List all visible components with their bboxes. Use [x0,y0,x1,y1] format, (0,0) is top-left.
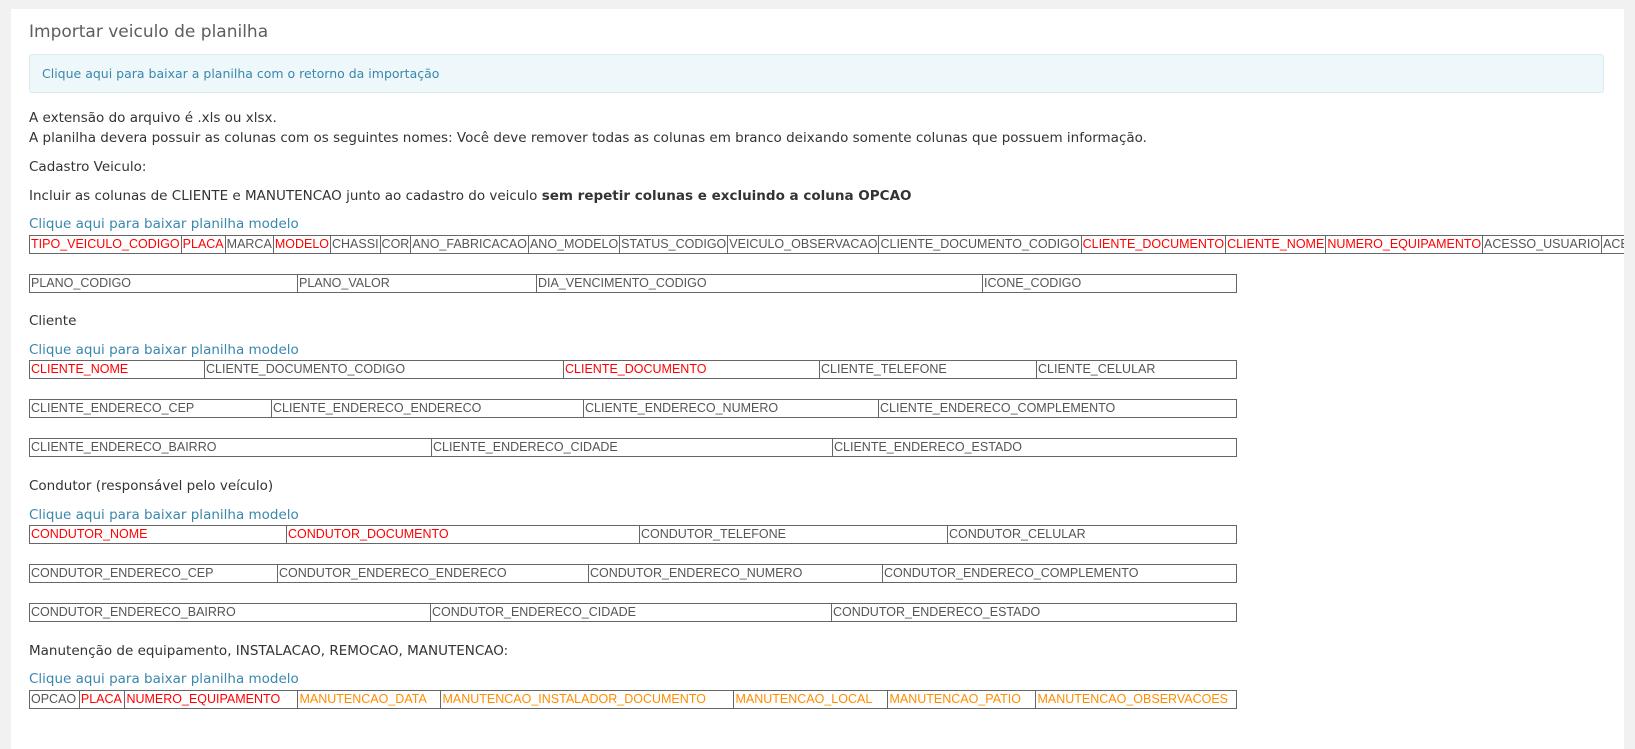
column-name: DIA_VENCIMENTO_CODIGO [536,274,983,293]
condutor-columns-row-3: CONDUTOR_ENDERECO_BAIRRO CONDUTOR_ENDERE… [29,603,1237,622]
column-name: PLANO_CODIGO [29,274,298,293]
column-name: MARCA [224,235,274,254]
condutor-columns-row-2: CONDUTOR_ENDERECO_CEP CONDUTOR_ENDERECO_… [29,564,1237,583]
table-row: TIPO_VEICULO_CODIGO PLACA MARCA MODELO C… [29,235,1624,254]
column-name: COR [379,235,412,254]
column-name: CLIENTE_DOCUMENTO [1080,235,1227,254]
manutencao-label: Manutenção de equipamento, INSTALACAO, R… [29,643,509,659]
column-name: CLIENTE_ENDERECO_NUMERO [583,399,879,418]
column-name: MANUTENCAO_PATIO [887,690,1037,709]
column-name: PLACA [78,690,126,709]
column-name: ACESSO_SENHA [1601,235,1624,254]
column-name: CLIENTE_ENDERECO_ESTADO [832,438,1237,457]
condutor-columns-row-1: CONDUTOR_NOME CONDUTOR_DOCUMENTO CONDUTO… [29,525,1237,544]
download-condutor-model-link[interactable]: Clique aqui para baixar planilha modelo [29,507,299,523]
column-name: VEICULO_OBSERVACAO [727,235,880,254]
column-name: ICONE_CODIGO [982,274,1237,293]
column-name: NUMERO_EQUIPAMENTO [1325,235,1484,254]
column-name: ANO_FABRICACAO [410,235,529,254]
veiculo-columns-row-1: TIPO_VEICULO_CODIGO PLACA MARCA MODELO C… [29,235,1624,254]
column-name: CLIENTE_ENDERECO_COMPLEMENTO [878,399,1237,418]
include-note-bold: sem repetir colunas e excluindo a coluna… [541,188,912,204]
column-name: CONDUTOR_ENDERECO_CIDADE [430,603,832,622]
column-name: MANUTENCAO_LOCAL [733,690,889,709]
download-veiculo-model-link[interactable]: Clique aqui para baixar planilha modelo [29,216,299,232]
column-name: CONDUTOR_NOME [29,525,287,544]
import-panel: Importar veiculo de planilha Clique aqui… [11,9,1624,749]
column-name: CONDUTOR_ENDERECO_ENDERECO [277,564,589,583]
column-name: CONDUTOR_CELULAR [947,525,1237,544]
column-name: TIPO_VEICULO_CODIGO [29,235,182,254]
table-row: CLIENTE_ENDERECO_BAIRRO CLIENTE_ENDERECO… [29,438,1237,457]
download-manutencao-model-link[interactable]: Clique aqui para baixar planilha modelo [29,671,299,687]
column-name: CLIENTE_ENDERECO_CIDADE [431,438,833,457]
cadastro-veiculo-label: Cadastro Veiculo: [29,159,147,175]
table-row: CONDUTOR_ENDERECO_BAIRRO CONDUTOR_ENDERE… [29,603,1237,622]
column-name: NUMERO_EQUIPAMENTO [124,690,299,709]
column-name: CONDUTOR_ENDERECO_COMPLEMENTO [882,564,1237,583]
include-note: Incluir as colunas de CLIENTE e MANUTENC… [29,188,912,204]
download-cliente-model-link[interactable]: Clique aqui para baixar planilha modelo [29,342,299,358]
column-name: CLIENTE_ENDERECO_CEP [29,399,272,418]
condutor-label: Condutor (responsável pelo veículo) [29,478,274,494]
column-name: CONDUTOR_ENDERECO_ESTADO [831,603,1237,622]
table-row: CLIENTE_ENDERECO_CEP CLIENTE_ENDERECO_EN… [29,399,1237,418]
table-row: CONDUTOR_NOME CONDUTOR_DOCUMENTO CONDUTO… [29,525,1237,544]
column-name: PLACA [180,235,226,254]
cliente-columns-row-1: CLIENTE_NOME CLIENTE_DOCUMENTO_CODIGO CL… [29,360,1237,379]
column-name: CHASSI [330,235,381,254]
column-name: CLIENTE_NOME [29,360,205,379]
column-name: CONDUTOR_ENDERECO_BAIRRO [29,603,431,622]
cliente-columns-row-2: CLIENTE_ENDERECO_CEP CLIENTE_ENDERECO_EN… [29,399,1237,418]
table-row: CONDUTOR_ENDERECO_CEP CONDUTOR_ENDERECO_… [29,564,1237,583]
cliente-columns-row-3: CLIENTE_ENDERECO_BAIRRO CLIENTE_ENDERECO… [29,438,1237,457]
column-name: CLIENTE_CELULAR [1036,360,1237,379]
page-title: Importar veiculo de planilha [29,22,269,42]
veiculo-columns-row-2: PLANO_CODIGO PLANO_VALOR DIA_VENCIMENTO_… [29,274,1237,293]
table-row: CLIENTE_NOME CLIENTE_DOCUMENTO_CODIGO CL… [29,360,1237,379]
column-name: ANO_MODELO [527,235,621,254]
column-name: CONDUTOR_ENDERECO_CEP [29,564,278,583]
column-name: CLIENTE_ENDERECO_ENDERECO [271,399,584,418]
column-name: MANUTENCAO_INSTALADOR_DOCUMENTO [440,690,735,709]
extension-note: A extensão do arquivo é .xls ou xlsx. [29,110,277,126]
cliente-label: Cliente [29,313,77,329]
columns-note: A planilha devera possuir as colunas com… [29,130,1147,146]
column-name: CLIENTE_DOCUMENTO [563,360,820,379]
table-row: PLANO_CODIGO PLANO_VALOR DIA_VENCIMENTO_… [29,274,1237,293]
column-name: OPCAO [29,690,80,709]
column-name: MODELO [272,235,332,254]
table-row: OPCAO PLACA NUMERO_EQUIPAMENTO MANUTENCA… [29,690,1237,709]
column-name: CLIENTE_DOCUMENTO_CODIGO [878,235,1082,254]
include-note-text: Incluir as colunas de CLIENTE e MANUTENC… [29,188,542,204]
column-name: CLIENTE_DOCUMENTO_CODIGO [204,360,564,379]
column-name: CLIENTE_ENDERECO_BAIRRO [29,438,432,457]
info-alert: Clique aqui para baixar a planilha com o… [29,54,1604,93]
column-name: STATUS_CODIGO [619,235,729,254]
column-name: CONDUTOR_DOCUMENTO [286,525,640,544]
manutencao-columns-row-1: OPCAO PLACA NUMERO_EQUIPAMENTO MANUTENCA… [29,690,1237,709]
column-name: MANUTENCAO_OBSERVACOES [1035,690,1237,709]
column-name: ACESSO_USUARIO [1482,235,1603,254]
column-name: MANUTENCAO_DATA [297,690,442,709]
column-name: PLANO_VALOR [297,274,537,293]
column-name: CONDUTOR_TELEFONE [639,525,948,544]
column-name: CLIENTE_NOME [1225,235,1327,254]
column-name: CONDUTOR_ENDERECO_NUMERO [588,564,883,583]
column-name: CLIENTE_TELEFONE [819,360,1037,379]
download-return-link[interactable]: Clique aqui para baixar a planilha com o… [42,66,439,81]
